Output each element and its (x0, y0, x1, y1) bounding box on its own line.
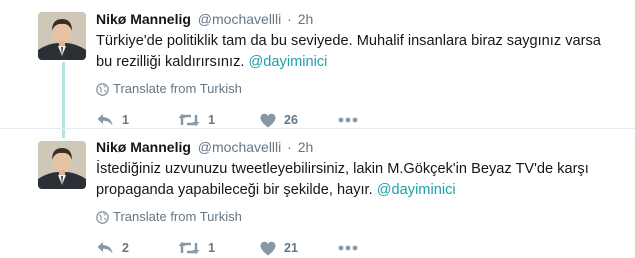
more-icon (338, 117, 358, 123)
mention-link[interactable]: @dayiminici (248, 54, 327, 70)
timestamp[interactable]: 2h (298, 139, 314, 155)
like-count: 26 (284, 113, 298, 127)
reply-icon (96, 112, 114, 128)
retweet-count: 1 (208, 241, 215, 255)
reply-button[interactable]: 2 (96, 240, 178, 256)
tweet-text: Türkiye'de politiklik tam da bu seviyede… (96, 31, 621, 73)
avatar[interactable] (38, 12, 86, 60)
more-icon (338, 245, 358, 251)
retweet-icon (178, 112, 200, 128)
reply-icon (96, 240, 114, 256)
user-handle[interactable]: @mochavellli (198, 11, 281, 27)
tweet-text: İstediğiniz uzvunuzu tweetleyebilirsiniz… (96, 159, 621, 201)
user-handle[interactable]: @mochavellli (198, 139, 281, 155)
retweet-icon (178, 240, 200, 256)
reply-button[interactable]: 1 (96, 112, 178, 128)
tweet[interactable]: Nikø Mannelig @mochavellli · 2h İstediği… (0, 129, 635, 255)
retweet-button[interactable]: 1 (178, 240, 260, 256)
display-name[interactable]: Nikø Mannelig (96, 139, 191, 155)
retweet-button[interactable]: 1 (178, 112, 260, 128)
translate-label: Translate from Turkish (113, 81, 242, 96)
header-separator: · (287, 11, 292, 27)
like-button[interactable]: 21 (260, 241, 338, 256)
retweet-count: 1 (208, 113, 215, 127)
translate-link[interactable]: Translate from Turkish (96, 81, 627, 97)
more-button[interactable] (338, 245, 358, 251)
avatar[interactable] (38, 141, 86, 189)
tweet-header: Nikø Mannelig @mochavellli · 2h (96, 138, 627, 156)
heart-icon (260, 241, 276, 256)
like-button[interactable]: 26 (260, 113, 338, 128)
translate-label: Translate from Turkish (113, 209, 242, 224)
tweet-header: Nikø Mannelig @mochavellli · 2h (96, 10, 627, 28)
reply-count: 2 (122, 241, 129, 255)
header-separator: · (287, 139, 292, 155)
tweet-actions: 2 1 21 (96, 238, 627, 258)
tweet[interactable]: Nikø Mannelig @mochavellli · 2h Türkiye'… (0, 0, 635, 129)
translate-link[interactable]: Translate from Turkish (96, 209, 627, 225)
mention-link[interactable]: @dayiminici (377, 182, 456, 198)
heart-icon (260, 113, 276, 128)
display-name[interactable]: Nikø Mannelig (96, 11, 191, 27)
reply-count: 1 (122, 113, 129, 127)
tweet-text-body: İstediğiniz uzvunuzu tweetleyebilirsiniz… (96, 161, 589, 198)
tweet-actions: 1 1 26 (96, 110, 627, 130)
globe-icon (96, 210, 109, 224)
like-count: 21 (284, 241, 298, 255)
tweet-text-body: Türkiye'de politiklik tam da bu seviyede… (96, 33, 601, 70)
timestamp[interactable]: 2h (298, 11, 314, 27)
globe-icon (96, 82, 109, 96)
more-button[interactable] (338, 117, 358, 123)
